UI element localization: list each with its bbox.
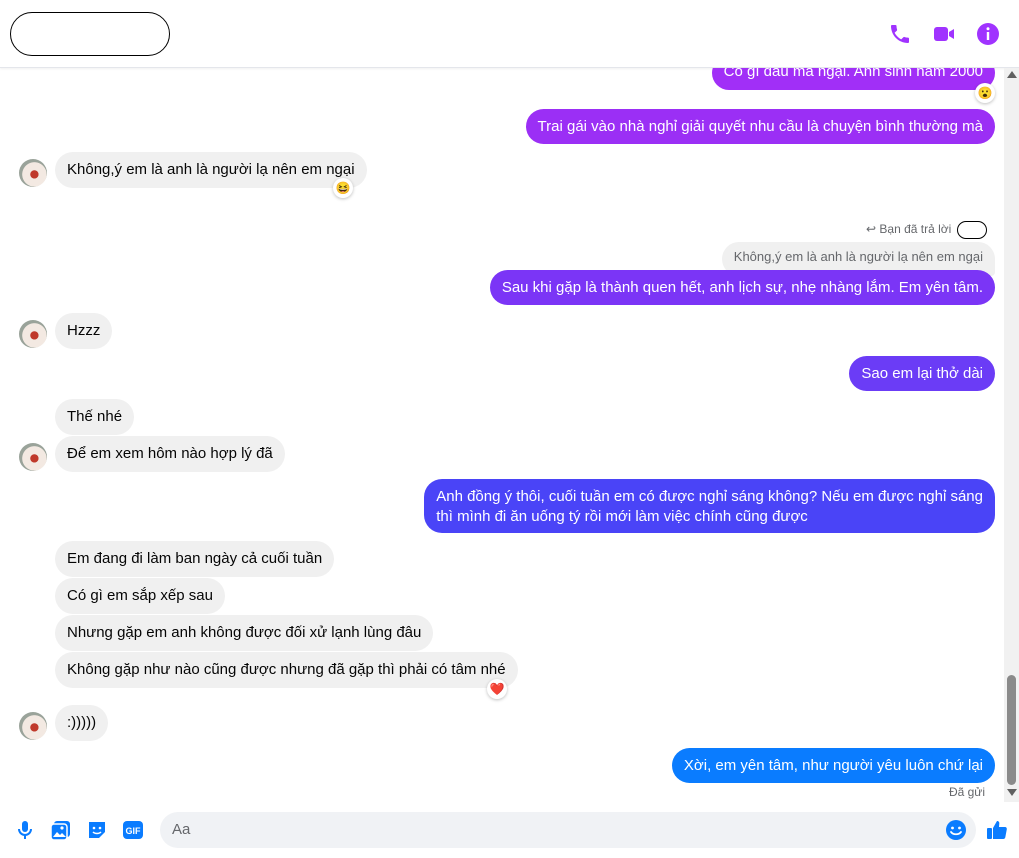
message-input[interactable]: Aa — [160, 812, 976, 848]
message-text: Không gặp như nào cũng được nhưng đã gặp… — [67, 661, 506, 678]
reaction-emoji: 😆 — [335, 181, 351, 195]
message-text: Có gì đâu mà ngại. Anh sinh năm 2000 — [723, 68, 983, 80]
conversation-header — [0, 0, 1019, 68]
video-icon[interactable] — [932, 22, 956, 46]
reply-recipient-redacted — [956, 221, 987, 239]
contact-avatar[interactable] — [19, 320, 47, 348]
scroll-down-arrow[interactable] — [1007, 789, 1017, 796]
incoming-message[interactable]: Để em xem hôm nào hợp lý đã — [55, 436, 285, 472]
phone-icon[interactable] — [888, 22, 912, 46]
contact-name-redacted[interactable] — [10, 12, 170, 56]
incoming-message[interactable]: Có gì em sắp xếp sau — [55, 578, 225, 614]
message-text: Em đang đi làm ban ngày cả cuối tuần — [67, 550, 323, 567]
image-icon[interactable] — [49, 818, 73, 842]
scroll-up-arrow[interactable] — [1007, 71, 1017, 78]
outgoing-message[interactable]: Sau khi gặp là thành quen hết, anh lịch … — [489, 270, 995, 305]
reaction-love[interactable]: ❤️ — [487, 679, 507, 699]
message-text: Xời, em yên tâm, như người yêu luôn chứ … — [683, 757, 983, 774]
reaction-wow[interactable]: 😮 — [975, 83, 995, 103]
contact-avatar[interactable] — [19, 443, 47, 471]
message-text: :))))) — [67, 714, 97, 731]
svg-text:GIF: GIF — [126, 826, 142, 836]
reply-arrow-icon: ↩ — [866, 222, 877, 237]
message-text: Không,ý em là anh là người lạ nên em ngạ… — [67, 161, 355, 178]
microphone-icon[interactable] — [13, 818, 37, 842]
reaction-emoji: 😮 — [977, 86, 993, 100]
message-text-line: Anh đồng ý thôi, cuối tuần em có được ng… — [436, 488, 983, 505]
reaction-haha[interactable]: 😆 — [333, 178, 353, 198]
incoming-message[interactable]: Không gặp như nào cũng được nhưng đã gặp… — [55, 652, 518, 688]
reply-label: Bạn đã trả lời — [879, 222, 952, 237]
quoted-text: Không,ý em là anh là người lạ nên em ngạ… — [733, 249, 983, 264]
contact-avatar[interactable] — [19, 159, 47, 187]
scrollbar-thumb[interactable] — [1007, 675, 1016, 785]
message-thread: Có gì đâu mà ngại. Anh sinh năm 2000 😮 T… — [0, 68, 1004, 802]
like-icon[interactable] — [985, 818, 1009, 842]
incoming-message[interactable]: Nhưng gặp em anh không được đối xử lạnh … — [55, 615, 434, 651]
incoming-message[interactable]: Thế nhé — [55, 399, 135, 435]
outgoing-message[interactable]: Anh đồng ý thôi, cuối tuần em có được ng… — [424, 479, 995, 533]
delivery-status: Đã gửi — [948, 785, 985, 799]
message-text-line: thì mình đi ăn uống tý rồi mới làm việc … — [436, 508, 808, 525]
incoming-message[interactable]: :))))) — [55, 705, 109, 741]
outgoing-message[interactable]: Xời, em yên tâm, như người yêu luôn chứ … — [671, 748, 995, 783]
message-text: Có gì em sắp xếp sau — [67, 587, 213, 604]
message-text: Nhưng gặp em anh không được đối xử lạnh … — [67, 624, 422, 641]
message-text: Để em xem hôm nào hợp lý đã — [67, 445, 273, 462]
outgoing-message[interactable]: Sao em lại thở dài — [849, 356, 995, 391]
emoji-icon[interactable] — [944, 818, 968, 842]
reaction-emoji: ❤️ — [489, 682, 505, 696]
outgoing-message[interactable]: Trai gái vào nhà nghỉ giải quyết nhu cầu… — [525, 109, 995, 144]
sticker-icon[interactable] — [85, 818, 109, 842]
input-placeholder: Aa — [172, 821, 191, 838]
message-composer: GIF Aa — [0, 802, 1019, 858]
incoming-message[interactable]: Em đang đi làm ban ngày cả cuối tuần — [55, 541, 335, 577]
outgoing-message[interactable]: Có gì đâu mà ngại. Anh sinh năm 2000 — [711, 68, 995, 90]
thread-scrollbar[interactable] — [1004, 68, 1019, 802]
incoming-message[interactable]: Không,ý em là anh là người lạ nên em ngạ… — [55, 152, 367, 188]
reply-indicator: ↩ Bạn đã trả lời — [866, 221, 987, 239]
incoming-message[interactable]: Hzzz — [55, 313, 113, 349]
message-text: Hzzz — [67, 322, 101, 339]
message-text: Thế nhé — [67, 408, 123, 425]
message-text: Sau khi gặp là thành quen hết, anh lịch … — [501, 279, 983, 296]
gif-icon[interactable]: GIF — [121, 818, 145, 842]
info-icon[interactable] — [976, 22, 1000, 46]
message-text: Sao em lại thở dài — [861, 365, 983, 382]
contact-avatar[interactable] — [19, 712, 47, 740]
message-text: Trai gái vào nhà nghỉ giải quyết nhu cầu… — [537, 118, 983, 135]
